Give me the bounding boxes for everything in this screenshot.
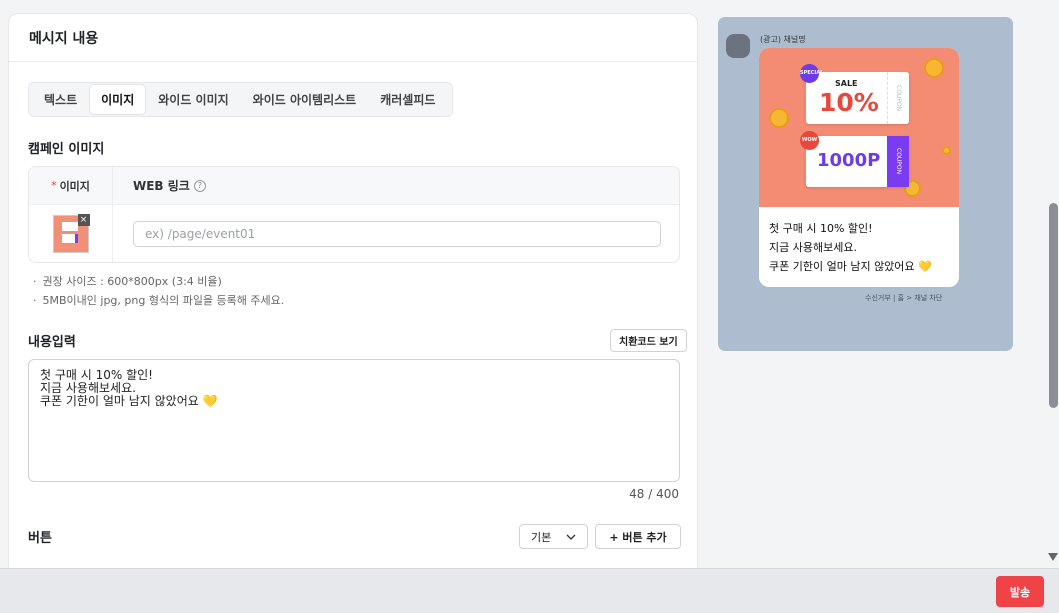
coin-decoration xyxy=(924,58,944,78)
tab-text[interactable]: 텍스트 xyxy=(33,85,88,114)
unsubscribe-footer[interactable]: 수신거부 | 홈 > 채널 차단 xyxy=(865,293,942,303)
message-preview: (광고) 채널명 SALE 10% COUPON 1000P COUPON SP… xyxy=(718,17,1013,351)
coin-decoration xyxy=(769,108,789,128)
coupon-stub: COUPON xyxy=(887,136,909,187)
table-row: × xyxy=(29,205,679,262)
web-link-label: WEB 링크 xyxy=(133,179,190,193)
web-link-input[interactable] xyxy=(133,221,661,247)
image-guidelines: 권장 사이즈 : 600*800px (3:4 비율) 5MB이내인 jpg, … xyxy=(33,272,285,310)
bottom-action-bar xyxy=(0,568,1059,613)
channel-name: (광고) 채널명 xyxy=(760,35,806,44)
replace-code-button[interactable]: 치환코드 보기 xyxy=(610,329,687,352)
message-bubble: SALE 10% COUPON 1000P COUPON SPECIAL WOW… xyxy=(759,48,959,287)
scrollbar-thumb[interactable] xyxy=(1049,203,1058,408)
image-column-label: 이미지 xyxy=(59,179,90,193)
thumbnail-coupon-shape xyxy=(61,222,78,231)
card-title: 메시지 내용 xyxy=(9,14,697,62)
send-button[interactable]: 발송 xyxy=(996,576,1044,607)
dropdown-value: 기본 xyxy=(531,530,552,544)
wow-badge: WOW xyxy=(800,131,819,150)
campaign-banner-image: SALE 10% COUPON 1000P COUPON SPECIAL WOW xyxy=(759,48,959,207)
special-badge: SPECIAL xyxy=(800,64,823,83)
buttons-section-title: 버튼 xyxy=(28,531,52,546)
coupon-sale: SALE 10% COUPON xyxy=(806,72,909,124)
coupon-stub: COUPON xyxy=(887,72,909,124)
preview-message-text: 첫 구매 시 10% 할인! 지금 사용해보세요. 쿠폰 기한이 얼마 남지 않… xyxy=(769,222,932,273)
tab-image[interactable]: 이미지 xyxy=(90,85,146,114)
content-input-title: 내용입력 xyxy=(28,335,76,350)
thumbnail-coupon-shape xyxy=(61,234,78,243)
help-icon[interactable]: ? xyxy=(193,179,206,192)
tab-wide-image[interactable]: 와이드 이미지 xyxy=(147,85,239,114)
content-textarea[interactable]: 첫 구매 시 10% 할인! 지금 사용해보세요. 쿠폰 기한이 얼마 남지 않… xyxy=(28,359,680,482)
char-counter: 48 / 400 xyxy=(629,487,679,501)
guideline-format: 5MB이내인 jpg, png 형식의 파일을 등록해 주세요. xyxy=(33,291,285,310)
add-button-button[interactable]: + 버튼 추가 xyxy=(595,524,681,549)
coupon-sale-label: SALE xyxy=(835,79,858,88)
tab-wide-item-list[interactable]: 와이드 아이템리스트 xyxy=(242,85,368,114)
message-type-tabs: 텍스트 이미지 와이드 이미지 와이드 아이템리스트 캐러셀피드 xyxy=(28,82,454,117)
channel-avatar xyxy=(726,34,750,58)
message-content-card: 메시지 내용 텍스트 이미지 와이드 이미지 와이드 아이템리스트 캐러셀피드 … xyxy=(8,13,698,583)
required-mark: * xyxy=(51,179,57,192)
coupon-points-value: 1000P xyxy=(817,150,881,171)
coupon-sale-value: 10% xyxy=(819,88,879,117)
scroll-down-arrow-icon[interactable] xyxy=(1048,553,1058,561)
tab-carousel-feed[interactable]: 캐러셀피드 xyxy=(369,85,446,114)
remove-image-icon[interactable]: × xyxy=(77,214,90,226)
image-thumbnail[interactable]: × xyxy=(52,214,90,253)
coin-decoration xyxy=(942,146,951,155)
table-header: * 이미지 WEB 링크 ? xyxy=(29,167,679,205)
campaign-image-table: * 이미지 WEB 링크 ? × xyxy=(28,166,680,263)
coupon-points: 1000P COUPON xyxy=(806,136,909,187)
campaign-image-title: 캠페인 이미지 xyxy=(28,142,105,157)
guideline-size: 권장 사이즈 : 600*800px (3:4 비율) xyxy=(33,272,284,291)
button-type-dropdown[interactable]: 기본 xyxy=(519,524,588,549)
chevron-down-icon xyxy=(566,534,576,540)
